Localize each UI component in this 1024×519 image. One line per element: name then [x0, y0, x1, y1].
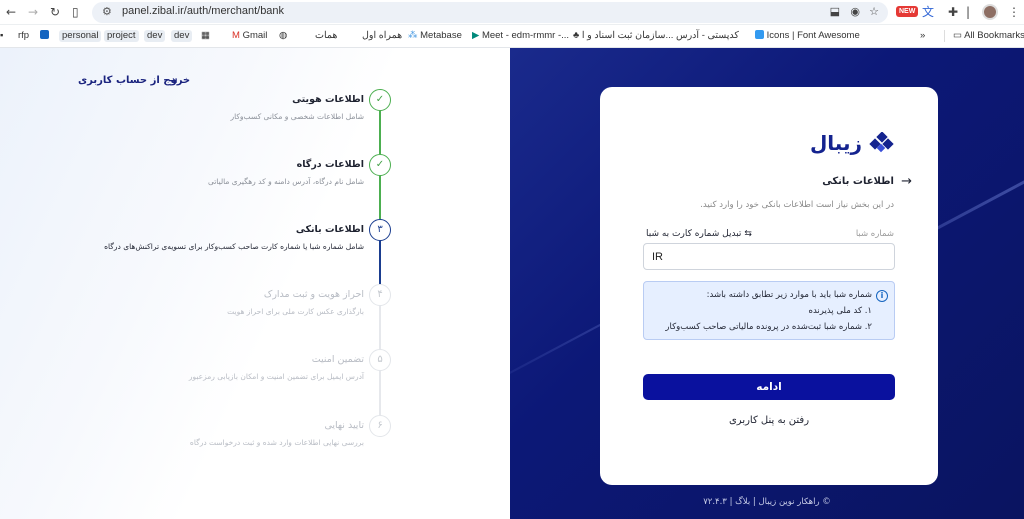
- iban-input[interactable]: [643, 243, 895, 270]
- fontawesome-icon: [755, 30, 764, 39]
- bookmark-gmail-label: Gmail: [242, 30, 268, 41]
- bookmark-gmail[interactable]: M Gmail: [232, 30, 267, 42]
- all-bookmarks-label: All Bookmarks: [964, 30, 1024, 41]
- menu-icon[interactable]: ⋮: [1008, 4, 1020, 20]
- arrow-right-icon[interactable]: →: [901, 174, 912, 189]
- bookmark-metabase-label: Metabase: [420, 30, 462, 41]
- address-bar[interactable]: ⚙ panel.zibal.ir/auth/merchant/bank ⬓ ◉ …: [92, 2, 888, 23]
- step-connector: [379, 176, 381, 219]
- info-icon: i: [876, 290, 888, 302]
- section-hint: در این بخش نیاز است اطلاعات بانکی خود را…: [700, 200, 894, 210]
- more-bookmarks-icon[interactable]: »: [920, 30, 925, 42]
- step-title: اطلاعات هویتی: [292, 94, 364, 105]
- step-title: تایید نهایی: [324, 420, 364, 431]
- bookmark-metabase[interactable]: ⁂ Metabase: [408, 30, 462, 42]
- avatar[interactable]: [982, 4, 998, 20]
- bookmark-fontawesome[interactable]: Icons | Font Awesome: [755, 30, 860, 42]
- iban-field-label: شماره شبا: [855, 229, 894, 239]
- step-number: ۳: [369, 219, 391, 241]
- bookmark-fontawesome-label: Icons | Font Awesome: [766, 30, 860, 41]
- bookmark-meet-label: Meet - edm-rmmr -...: [481, 30, 570, 41]
- bookmark-dev[interactable]: dev: [144, 30, 166, 42]
- bookmark-rfp[interactable]: rfp: [18, 30, 29, 42]
- step-subtitle: شامل اطلاعات شخصی و مکانی کسب‌وکار: [230, 112, 364, 121]
- site-info-icon[interactable]: ⚙: [102, 5, 112, 18]
- translate-icon[interactable]: 文: [922, 4, 934, 20]
- form-panel: زیبال → اطلاعات بانکی در این بخش نیاز اس…: [510, 48, 1024, 519]
- step-check-icon: ✓: [369, 89, 391, 111]
- forward-icon[interactable]: →: [28, 4, 38, 20]
- bookmark-sabt-label: سازمان ثبت اسناد و ا...: [581, 30, 674, 41]
- step-subtitle: شامل نام درگاه، آدرس دامنه و کد رهگیری م…: [207, 177, 364, 186]
- step-connector: [379, 241, 381, 284]
- bookmark-hamrah[interactable]: همراه اول: [362, 30, 402, 42]
- hide-icon[interactable]: ◉: [850, 5, 860, 18]
- footer: © راهکار نوین زیبال | بلاگ | ۷۲.۴.۳: [703, 497, 831, 507]
- sidebar-toggle-icon[interactable]: ▯: [72, 4, 79, 20]
- step-number: ۵: [369, 349, 391, 371]
- bookmark-project[interactable]: project: [104, 30, 139, 42]
- onboarding-steps-panel: خروج از حساب کاربری ⇥ ✓ اطلاعات هویتی شامل…: [0, 48, 510, 519]
- bookmark-dev-2[interactable]: dev: [171, 30, 193, 42]
- iban-requirements-note: i شماره شبا باید با موارد زیر تطابق داشت…: [643, 281, 895, 340]
- all-bookmarks[interactable]: ▭ All Bookmarks: [944, 30, 1024, 42]
- metabase-icon: ⁂: [408, 30, 418, 41]
- apps-grid-icon[interactable]: ▦: [201, 30, 210, 42]
- bookmark-sabt[interactable]: ♣ سازمان ثبت اسناد و ا...: [573, 30, 673, 42]
- step-subtitle: بررسی نهایی اطلاعات وارد شده و ثبت درخوا…: [189, 438, 364, 447]
- browser-toolbar: ← → ↻ ▯ ⚙ panel.zibal.ir/auth/merchant/b…: [0, 0, 1024, 25]
- install-icon[interactable]: ⬓: [830, 5, 840, 18]
- go-to-panel-link[interactable]: رفتن به پنل کاربری: [643, 415, 895, 426]
- steps-list: ✓ اطلاعات هویتی شامل اطلاعات شخصی و مکانی …: [0, 48, 510, 519]
- bank-info-card: زیبال → اطلاعات بانکی در این بخش نیاز اس…: [600, 87, 938, 485]
- url-text: panel.zibal.ir/auth/merchant/bank: [122, 5, 285, 17]
- star-icon[interactable]: ☆: [869, 5, 879, 18]
- note-item-1: ۱. کد ملی پذیرنده: [808, 306, 872, 316]
- step-number: ۴: [369, 284, 391, 306]
- step-connector: [379, 111, 381, 154]
- bookmark-folder-icon[interactable]: ▪: [0, 30, 3, 42]
- bookmark-postcode[interactable]: کدپستی - آدرس: [676, 30, 739, 42]
- new-badge[interactable]: NEW: [896, 6, 919, 17]
- section-title: اطلاعات بانکی: [822, 176, 894, 187]
- bookmark-meet[interactable]: ▶ Meet - edm-rmmr -...: [472, 30, 569, 42]
- card-to-iban-label: تبدیل شماره کارت به شبا: [646, 229, 742, 239]
- step-connector: [379, 306, 381, 349]
- sabt-icon: ♣: [573, 30, 580, 41]
- bookmark-personal[interactable]: personal: [59, 30, 102, 42]
- back-icon[interactable]: ←: [6, 4, 16, 20]
- gmail-icon: M: [232, 30, 240, 41]
- step-subtitle: شامل شماره شبا یا شماره کارت صاحب کسب‌وک…: [104, 242, 364, 251]
- logo-text: زیبال: [809, 131, 862, 155]
- step-title: اطلاعات بانکی: [295, 224, 364, 235]
- note-item-2: ۲. شماره شبا ثبت‌شده در پرونده مالیاتی ص…: [665, 322, 872, 332]
- zibal-logo: زیبال: [810, 131, 894, 155]
- bookmark-blue-icon[interactable]: [40, 30, 49, 42]
- meet-icon: ▶: [472, 30, 480, 41]
- folder-icon: ▭: [953, 30, 962, 41]
- swap-icon: ⇆: [744, 229, 752, 239]
- card-to-iban-link[interactable]: ⇆ تبدیل شماره کارت به شبا: [646, 229, 752, 239]
- step-title: اطلاعات درگاه: [296, 159, 364, 170]
- reload-icon[interactable]: ↻: [50, 4, 60, 20]
- extensions-icon[interactable]: ✚: [948, 4, 958, 20]
- step-subtitle: آدرس ایمیل برای تضمین امنیت و امکان بازی…: [188, 372, 364, 381]
- globe-icon[interactable]: ◍: [279, 30, 287, 42]
- step-check-icon: ✓: [369, 154, 391, 176]
- step-subtitle: بارگذاری عکس کارت ملی برای احراز هویت: [227, 307, 364, 316]
- back-to-previous[interactable]: → اطلاعات بانکی: [822, 174, 912, 189]
- zibal-logo-icon: [869, 131, 894, 153]
- step-title: احراز هویت و ثبت مدارک: [263, 289, 364, 300]
- bookmarks-bar: ▪ rfp personal project dev dev ▦ M Gmail…: [0, 25, 1024, 48]
- menu-divider: |: [966, 5, 971, 19]
- note-heading: شماره شبا باید با موارد زیر تطابق داشته …: [706, 290, 872, 300]
- bookmark-hemat[interactable]: همات: [315, 30, 337, 42]
- step-number: ۶: [369, 415, 391, 437]
- step-connector: [379, 371, 381, 415]
- continue-button[interactable]: ادامه: [643, 374, 895, 400]
- step-title: تضمین امنیت: [311, 354, 364, 365]
